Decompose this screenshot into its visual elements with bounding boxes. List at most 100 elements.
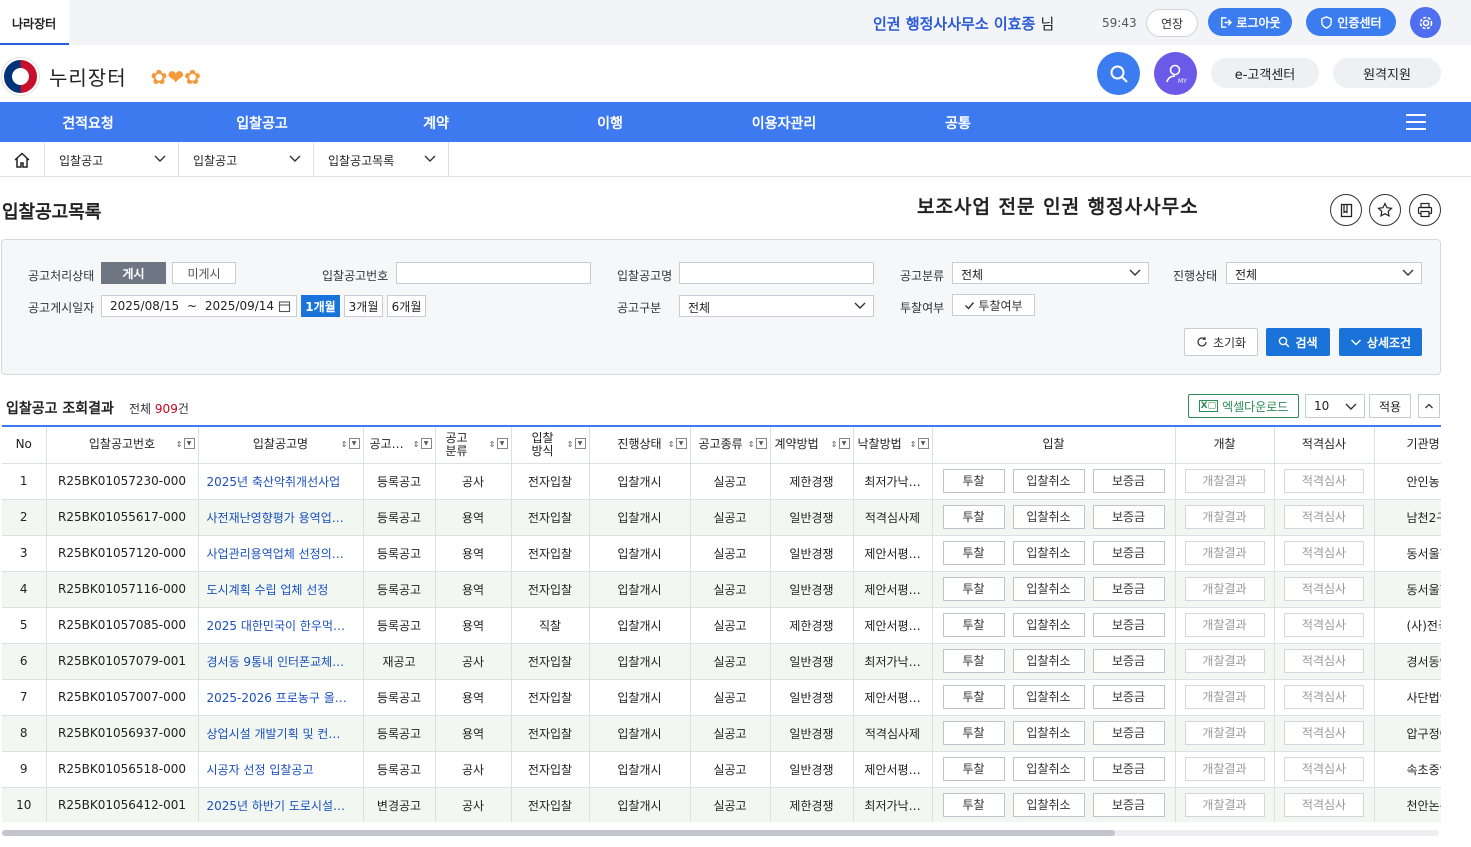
bid-cancel-button[interactable]: 입찰취소	[1012, 613, 1085, 637]
row-bid-name[interactable]: 시공자 선정 입찰공고	[198, 751, 364, 788]
breadcrumb-home-button[interactable]	[0, 142, 45, 177]
detail-conditions-button[interactable]: 상세조건	[1339, 328, 1422, 356]
search-button[interactable]: 검색	[1266, 328, 1330, 356]
screening-button[interactable]: 적격심사	[1284, 541, 1364, 565]
bid-submit-button[interactable]: 투찰	[942, 541, 1005, 565]
apply-page-size-button[interactable]: 적용	[1369, 394, 1411, 418]
table-row[interactable]: 2 R25BK01055617-000 사전재난영향평가 용역업… 등록공고 용역 전자입…	[2, 499, 1441, 536]
opening-result-button[interactable]: 개찰결과	[1184, 577, 1265, 601]
col-kind[interactable]: 공고종류 ⇕ ▼	[690, 427, 771, 464]
opening-result-button[interactable]: 개찰결과	[1184, 505, 1265, 529]
bid-submit-button[interactable]: 투찰	[942, 649, 1005, 673]
deposit-button[interactable]: 보증금	[1092, 685, 1165, 709]
bid-name-input[interactable]	[679, 262, 874, 284]
deposit-button[interactable]: 보증금	[1092, 469, 1165, 493]
bid-flag-toggle[interactable]: 투찰여부	[952, 294, 1035, 316]
status-unposted-toggle[interactable]: 미게시	[172, 262, 236, 284]
screening-button[interactable]: 적격심사	[1284, 577, 1364, 601]
progress-select[interactable]: 전체	[1226, 262, 1422, 284]
scrollbar-thumb[interactable]	[2, 830, 1115, 836]
deposit-button[interactable]: 보증금	[1092, 541, 1165, 565]
col-contract[interactable]: 계약방법 ⇕ ▼	[770, 427, 854, 464]
type-select[interactable]: 전체	[679, 295, 874, 317]
row-bid-name[interactable]: 사전재난영향평가 용역업…	[198, 499, 364, 536]
table-row[interactable]: 4 R25BK01057116-000 도시계획 수립 업체 선정 등록공고 용역 전자입…	[2, 571, 1441, 608]
row-bid-name[interactable]: 2025 대한민국이 한우먹…	[198, 607, 364, 644]
deposit-button[interactable]: 보증금	[1092, 721, 1165, 745]
deposit-button[interactable]: 보증금	[1092, 577, 1165, 601]
breadcrumb-level-2[interactable]: 입찰공고	[179, 142, 314, 177]
print-button[interactable]	[1409, 194, 1441, 226]
screening-button[interactable]: 적격심사	[1284, 793, 1364, 817]
bid-submit-button[interactable]: 투찰	[942, 469, 1005, 493]
bid-cancel-button[interactable]: 입찰취소	[1012, 685, 1085, 709]
screening-button[interactable]: 적격심사	[1284, 613, 1364, 637]
col-bid-no[interactable]: 입찰공고번호 ⇕ ▼	[46, 427, 199, 464]
screening-button[interactable]: 적격심사	[1284, 649, 1364, 673]
opening-result-button[interactable]: 개찰결과	[1184, 469, 1265, 493]
screening-button[interactable]: 적격심사	[1284, 469, 1364, 493]
col-bid-name[interactable]: 입찰공고명 ⇕ ▼	[198, 427, 364, 464]
screening-button[interactable]: 적격심사	[1284, 757, 1364, 781]
deposit-button[interactable]: 보증금	[1092, 757, 1165, 781]
table-row[interactable]: 9 R25BK01056518-000 시공자 선정 입찰공고 등록공고 공사 전자입찰 입…	[2, 751, 1441, 788]
row-bid-name[interactable]: 2025-2026 프로농구 올…	[198, 679, 364, 716]
settings-button[interactable]	[1410, 7, 1441, 38]
screening-button[interactable]: 적격심사	[1284, 721, 1364, 745]
row-bid-name[interactable]: 사업관리용역업체 선정의…	[198, 535, 364, 572]
screening-button[interactable]: 적격심사	[1284, 505, 1364, 529]
opening-result-button[interactable]: 개찰결과	[1184, 721, 1265, 745]
horizontal-scrollbar[interactable]	[2, 830, 1439, 836]
breadcrumb-level-1[interactable]: 입찰공고	[45, 142, 179, 177]
nav-item-bid-notice[interactable]: 입찰공고	[202, 113, 322, 133]
remote-support-button[interactable]: 원격지원	[1333, 58, 1441, 88]
reset-button[interactable]: 초기화	[1184, 328, 1258, 356]
row-bid-name[interactable]: 경서동 9통내 인터폰교체…	[198, 643, 364, 680]
period-6month-button[interactable]: 6개월	[387, 295, 426, 317]
deposit-button[interactable]: 보증금	[1092, 613, 1165, 637]
opening-result-button[interactable]: 개찰결과	[1184, 613, 1265, 637]
table-row[interactable]: 10 R25BK01056412-001 2025년 하반기 도로시설… 변경공고 공사…	[2, 787, 1441, 822]
favorite-button[interactable]	[1369, 194, 1401, 226]
bid-cancel-button[interactable]: 입찰취소	[1012, 793, 1085, 817]
bid-submit-button[interactable]: 투찰	[942, 505, 1005, 529]
bid-submit-button[interactable]: 투찰	[942, 793, 1005, 817]
table-row[interactable]: 6 R25BK01057079-001 경서동 9통내 인터폰교체… 재공고 공사 전자입…	[2, 643, 1441, 680]
opening-result-button[interactable]: 개찰결과	[1184, 649, 1265, 673]
hamburger-menu-icon[interactable]	[1406, 114, 1426, 130]
col-notice-type[interactable]: 공고… ⇕ ▼	[363, 427, 436, 464]
site-logo[interactable]: 누리장터 ✿❤✿	[2, 58, 201, 95]
bid-cancel-button[interactable]: 입찰취소	[1012, 649, 1085, 673]
period-3month-button[interactable]: 3개월	[344, 295, 383, 317]
status-posted-toggle[interactable]: 게시	[101, 262, 166, 284]
sort-filter-icon[interactable]: ⇕ ▼	[489, 438, 508, 451]
sort-filter-icon[interactable]: ⇕ ▼	[748, 438, 767, 451]
home-tab[interactable]: 나라장터	[0, 0, 69, 45]
deposit-button[interactable]: 보증금	[1092, 649, 1165, 673]
bid-submit-button[interactable]: 투찰	[942, 721, 1005, 745]
nav-item-contract[interactable]: 계약	[376, 113, 496, 133]
global-search-button[interactable]	[1097, 52, 1140, 95]
page-size-select[interactable]: 10	[1305, 394, 1365, 418]
row-bid-name[interactable]: 2025년 축산악취개선사업	[198, 463, 364, 500]
extend-session-button[interactable]: 연장	[1146, 9, 1198, 37]
bid-cancel-button[interactable]: 입찰취소	[1012, 469, 1085, 493]
opening-result-button[interactable]: 개찰결과	[1184, 757, 1265, 781]
nav-item-common[interactable]: 공통	[898, 113, 1018, 133]
screening-button[interactable]: 적격심사	[1284, 685, 1364, 709]
nav-item-execution[interactable]: 이행	[550, 113, 670, 133]
opening-result-button[interactable]: 개찰결과	[1184, 685, 1265, 709]
bid-submit-button[interactable]: 투찰	[942, 577, 1005, 601]
opening-result-button[interactable]: 개찰결과	[1184, 793, 1265, 817]
sort-filter-icon[interactable]: ⇕ ▼	[567, 438, 586, 451]
customer-center-button[interactable]: e-고객센터	[1211, 58, 1319, 88]
bid-no-input[interactable]	[396, 262, 591, 284]
category-select[interactable]: 전체	[952, 262, 1149, 284]
sort-filter-icon[interactable]: ⇕ ▼	[413, 438, 432, 451]
row-bid-name[interactable]: 상업시설 개발기획 및 컨…	[198, 715, 364, 752]
deposit-button[interactable]: 보증금	[1092, 793, 1165, 817]
bid-submit-button[interactable]: 투찰	[942, 685, 1005, 709]
excel-download-button[interactable]: X▢ 엑셀다운로드	[1188, 394, 1299, 418]
certify-center-button[interactable]: 인증센터	[1306, 8, 1396, 36]
table-row[interactable]: 7 R25BK01057007-000 2025-2026 프로농구 올… 등록공고 용…	[2, 679, 1441, 716]
